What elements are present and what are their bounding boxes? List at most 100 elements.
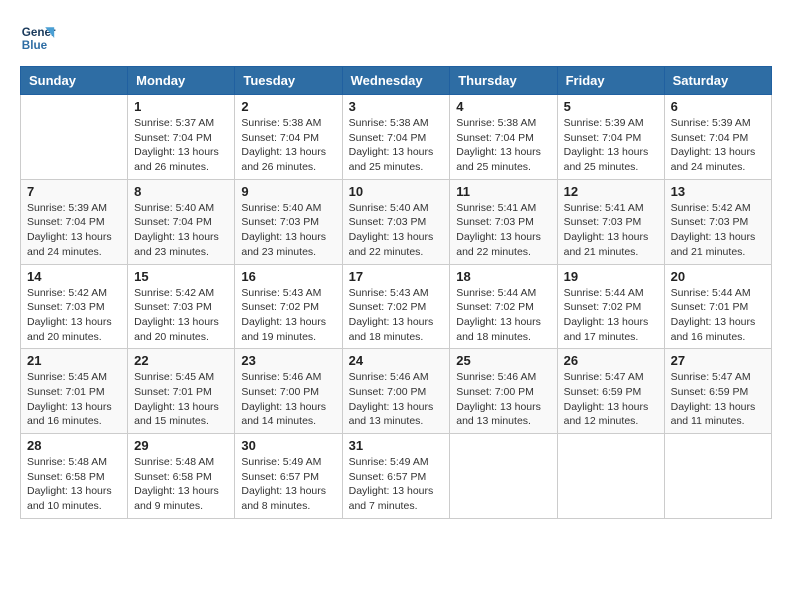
svg-text:Blue: Blue: [22, 39, 48, 52]
day-info: Sunrise: 5:47 AM Sunset: 6:59 PM Dayligh…: [564, 370, 658, 429]
calendar-cell: 11 Sunrise: 5:41 AM Sunset: 7:03 PM Dayli…: [450, 179, 557, 264]
calendar-cell: [664, 434, 771, 519]
calendar-cell: 20 Sunrise: 5:44 AM Sunset: 7:01 PM Dayli…: [664, 264, 771, 349]
calendar-cell: 2Sunrise: 5:38 AM Sunset: 7:04 PM Daylig…: [235, 95, 342, 180]
day-info: Sunrise: 5:48 AM Sunset: 6:58 PM Dayligh…: [27, 455, 121, 514]
calendar-cell: 27 Sunrise: 5:47 AM Sunset: 6:59 PM Dayli…: [664, 349, 771, 434]
day-info: Sunrise: 5:42 AM Sunset: 7:03 PM Dayligh…: [27, 286, 121, 345]
day-number: 13: [671, 184, 765, 199]
calendar-week-row: 7Sunrise: 5:39 AM Sunset: 7:04 PM Daylig…: [21, 179, 772, 264]
calendar-cell: 14 Sunrise: 5:42 AM Sunset: 7:03 PM Dayli…: [21, 264, 128, 349]
calendar-body: 1 Sunrise: 5:37 AM Sunset: 7:04 PM Daylig…: [21, 95, 772, 519]
day-info: Sunrise: 5:39 AM Sunset: 7:04 PM Dayligh…: [671, 116, 765, 175]
day-number: 11: [456, 184, 550, 199]
logo: General Blue: [20, 20, 60, 56]
calendar-week-row: 1 Sunrise: 5:37 AM Sunset: 7:04 PM Daylig…: [21, 95, 772, 180]
calendar-cell: 29 Sunrise: 5:48 AM Sunset: 6:58 PM Dayli…: [128, 434, 235, 519]
day-info: Sunrise: 5:40 AM Sunset: 7:03 PM Dayligh…: [349, 201, 444, 260]
weekday-header-friday: Friday: [557, 67, 664, 95]
calendar-cell: 23Sunrise: 5:46 AM Sunset: 7:00 PM Dayli…: [235, 349, 342, 434]
day-info: Sunrise: 5:48 AM Sunset: 6:58 PM Dayligh…: [134, 455, 228, 514]
calendar-cell: [557, 434, 664, 519]
day-info: Sunrise: 5:49 AM Sunset: 6:57 PM Dayligh…: [241, 455, 335, 514]
weekday-header-row: SundayMondayTuesdayWednesdayThursdayFrid…: [21, 67, 772, 95]
calendar-week-row: 14 Sunrise: 5:42 AM Sunset: 7:03 PM Dayli…: [21, 264, 772, 349]
calendar-cell: 26 Sunrise: 5:47 AM Sunset: 6:59 PM Dayli…: [557, 349, 664, 434]
day-number: 4: [456, 99, 550, 114]
weekday-header-monday: Monday: [128, 67, 235, 95]
day-number: 27: [671, 353, 765, 368]
day-info: Sunrise: 5:39 AM Sunset: 7:04 PM Dayligh…: [27, 201, 121, 260]
weekday-header-tuesday: Tuesday: [235, 67, 342, 95]
day-info: Sunrise: 5:39 AM Sunset: 7:04 PM Dayligh…: [564, 116, 658, 175]
day-info: Sunrise: 5:49 AM Sunset: 6:57 PM Dayligh…: [349, 455, 444, 514]
calendar-header: SundayMondayTuesdayWednesdayThursdayFrid…: [21, 67, 772, 95]
day-info: Sunrise: 5:42 AM Sunset: 7:03 PM Dayligh…: [671, 201, 765, 260]
day-info: Sunrise: 5:41 AM Sunset: 7:03 PM Dayligh…: [564, 201, 658, 260]
day-number: 18: [456, 269, 550, 284]
calendar-cell: 9 Sunrise: 5:40 AM Sunset: 7:03 PM Daylig…: [235, 179, 342, 264]
day-number: 29: [134, 438, 228, 453]
calendar-cell: 7Sunrise: 5:39 AM Sunset: 7:04 PM Daylig…: [21, 179, 128, 264]
day-info: Sunrise: 5:44 AM Sunset: 7:02 PM Dayligh…: [456, 286, 550, 345]
day-number: 2: [241, 99, 335, 114]
calendar-week-row: 28 Sunrise: 5:48 AM Sunset: 6:58 PM Dayli…: [21, 434, 772, 519]
day-number: 6: [671, 99, 765, 114]
day-info: Sunrise: 5:40 AM Sunset: 7:03 PM Dayligh…: [241, 201, 335, 260]
day-number: 14: [27, 269, 121, 284]
day-info: Sunrise: 5:45 AM Sunset: 7:01 PM Dayligh…: [134, 370, 228, 429]
day-number: 17: [349, 269, 444, 284]
day-number: 15: [134, 269, 228, 284]
calendar-cell: 19Sunrise: 5:44 AM Sunset: 7:02 PM Dayli…: [557, 264, 664, 349]
day-number: 30: [241, 438, 335, 453]
day-info: Sunrise: 5:44 AM Sunset: 7:02 PM Dayligh…: [564, 286, 658, 345]
day-number: 12: [564, 184, 658, 199]
day-info: Sunrise: 5:42 AM Sunset: 7:03 PM Dayligh…: [134, 286, 228, 345]
day-info: Sunrise: 5:41 AM Sunset: 7:03 PM Dayligh…: [456, 201, 550, 260]
day-info: Sunrise: 5:43 AM Sunset: 7:02 PM Dayligh…: [241, 286, 335, 345]
calendar-cell: 10 Sunrise: 5:40 AM Sunset: 7:03 PM Dayli…: [342, 179, 450, 264]
day-info: Sunrise: 5:37 AM Sunset: 7:04 PM Dayligh…: [134, 116, 228, 175]
day-number: 8: [134, 184, 228, 199]
day-number: 20: [671, 269, 765, 284]
day-info: Sunrise: 5:45 AM Sunset: 7:01 PM Dayligh…: [27, 370, 121, 429]
calendar-cell: 8Sunrise: 5:40 AM Sunset: 7:04 PM Daylig…: [128, 179, 235, 264]
calendar-cell: 18 Sunrise: 5:44 AM Sunset: 7:02 PM Dayli…: [450, 264, 557, 349]
calendar-cell: 1 Sunrise: 5:37 AM Sunset: 7:04 PM Daylig…: [128, 95, 235, 180]
day-number: 25: [456, 353, 550, 368]
weekday-header-wednesday: Wednesday: [342, 67, 450, 95]
day-number: 24: [349, 353, 444, 368]
calendar-cell: 31 Sunrise: 5:49 AM Sunset: 6:57 PM Dayli…: [342, 434, 450, 519]
calendar-cell: 12 Sunrise: 5:41 AM Sunset: 7:03 PM Dayli…: [557, 179, 664, 264]
calendar-cell: 6 Sunrise: 5:39 AM Sunset: 7:04 PM Daylig…: [664, 95, 771, 180]
calendar-cell: 25 Sunrise: 5:46 AM Sunset: 7:00 PM Dayli…: [450, 349, 557, 434]
weekday-header-saturday: Saturday: [664, 67, 771, 95]
calendar-cell: [21, 95, 128, 180]
calendar-cell: 5Sunrise: 5:39 AM Sunset: 7:04 PM Daylig…: [557, 95, 664, 180]
day-info: Sunrise: 5:46 AM Sunset: 7:00 PM Dayligh…: [349, 370, 444, 429]
day-info: Sunrise: 5:38 AM Sunset: 7:04 PM Dayligh…: [349, 116, 444, 175]
day-number: 1: [134, 99, 228, 114]
calendar-cell: 22 Sunrise: 5:45 AM Sunset: 7:01 PM Dayli…: [128, 349, 235, 434]
calendar-cell: 13 Sunrise: 5:42 AM Sunset: 7:03 PM Dayli…: [664, 179, 771, 264]
day-info: Sunrise: 5:47 AM Sunset: 6:59 PM Dayligh…: [671, 370, 765, 429]
day-number: 10: [349, 184, 444, 199]
calendar-cell: 15 Sunrise: 5:42 AM Sunset: 7:03 PM Dayli…: [128, 264, 235, 349]
day-number: 3: [349, 99, 444, 114]
page-header: General Blue: [20, 20, 772, 56]
day-number: 23: [241, 353, 335, 368]
calendar-cell: [450, 434, 557, 519]
day-number: 22: [134, 353, 228, 368]
calendar-cell: 16Sunrise: 5:43 AM Sunset: 7:02 PM Dayli…: [235, 264, 342, 349]
calendar-cell: 4 Sunrise: 5:38 AM Sunset: 7:04 PM Daylig…: [450, 95, 557, 180]
day-number: 28: [27, 438, 121, 453]
day-info: Sunrise: 5:38 AM Sunset: 7:04 PM Dayligh…: [456, 116, 550, 175]
calendar-cell: 17Sunrise: 5:43 AM Sunset: 7:02 PM Dayli…: [342, 264, 450, 349]
weekday-header-thursday: Thursday: [450, 67, 557, 95]
day-number: 9: [241, 184, 335, 199]
day-number: 31: [349, 438, 444, 453]
day-info: Sunrise: 5:44 AM Sunset: 7:01 PM Dayligh…: [671, 286, 765, 345]
calendar-table: SundayMondayTuesdayWednesdayThursdayFrid…: [20, 66, 772, 519]
day-info: Sunrise: 5:46 AM Sunset: 7:00 PM Dayligh…: [456, 370, 550, 429]
day-number: 26: [564, 353, 658, 368]
